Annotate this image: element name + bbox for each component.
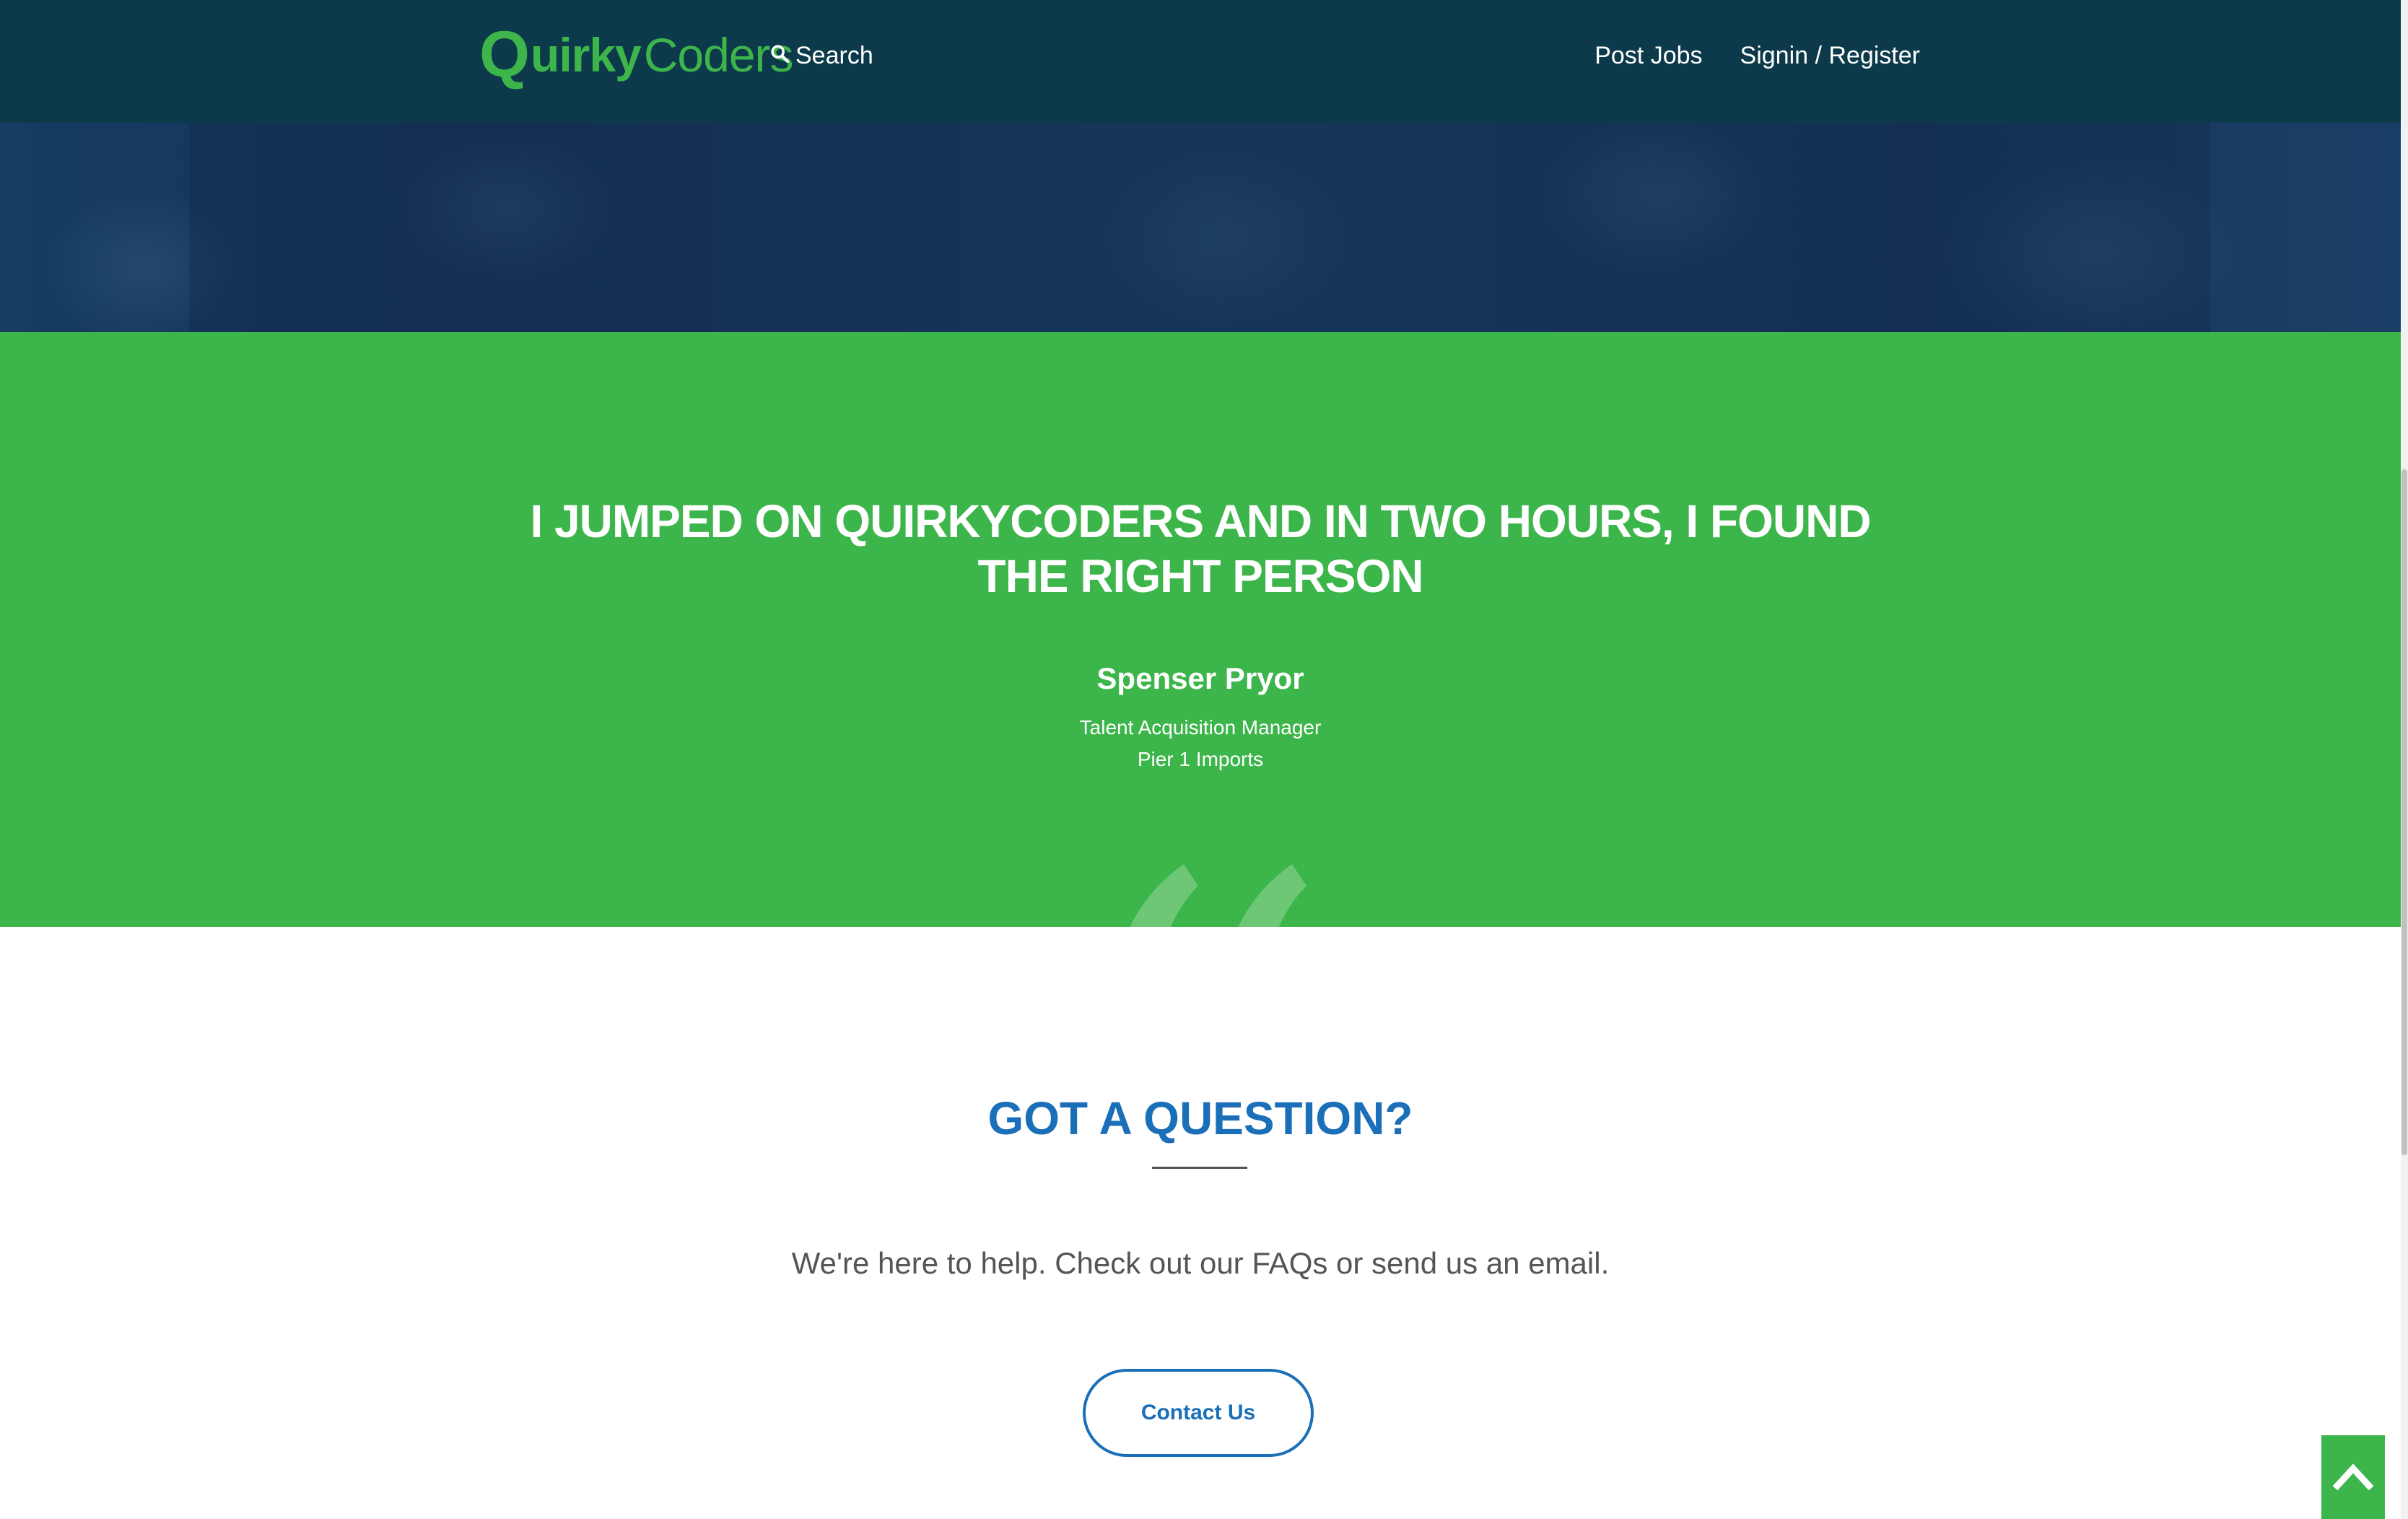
back-to-top-button[interactable] xyxy=(2321,1435,2385,1519)
testimonial-author-role: Talent Acquisition Manager xyxy=(1079,716,1322,739)
page: Quirky Coders Search Post Jobs Signin / R… xyxy=(0,0,2408,1519)
title-divider xyxy=(1152,1167,1247,1169)
nav-signin-register[interactable]: Signin / Register xyxy=(1740,42,1920,70)
question-text: We're here to help. Check out our FAQs o… xyxy=(791,1246,1610,1280)
testimonial-quote-line2: THE RIGHT PERSON xyxy=(977,550,1424,602)
scrollbar-thumb[interactable] xyxy=(2402,469,2407,1155)
logo[interactable]: Quirky Coders xyxy=(479,19,794,91)
navbar: Quirky Coders Search Post Jobs Signin / R… xyxy=(0,0,2401,123)
question-section: GOT A QUESTION? We're here to help. Chec… xyxy=(0,927,2401,1519)
logo-q: Q xyxy=(479,19,530,91)
search-icon xyxy=(769,42,790,70)
testimonial-quote: I JUMPED ON QUIRKYCODERS AND IN TWO HOUR… xyxy=(0,494,2401,604)
testimonial-section: I JUMPED ON QUIRKYCODERS AND IN TWO HOUR… xyxy=(0,332,2401,927)
testimonial-author-company: Pier 1 Imports xyxy=(1137,748,1264,770)
nav-links: Post Jobs Signin / Register xyxy=(1595,42,1920,70)
search-link[interactable]: Search xyxy=(769,42,873,70)
search-label: Search xyxy=(795,42,873,69)
testimonial-quote-line1: I JUMPED ON QUIRKYCODERS AND IN TWO HOUR… xyxy=(530,495,1871,547)
contact-us-button[interactable]: Contact Us xyxy=(1083,1369,1314,1457)
scrollbar[interactable] xyxy=(2401,0,2408,1519)
testimonial-author-name: Spenser Pryor xyxy=(1096,661,1304,695)
chevron-up-icon xyxy=(2332,1461,2374,1494)
nav-post-jobs[interactable]: Post Jobs xyxy=(1595,42,1702,70)
logo-uirky: uirky xyxy=(531,28,642,82)
question-title: GOT A QUESTION? xyxy=(987,1092,1413,1144)
hero-background xyxy=(0,123,2401,332)
